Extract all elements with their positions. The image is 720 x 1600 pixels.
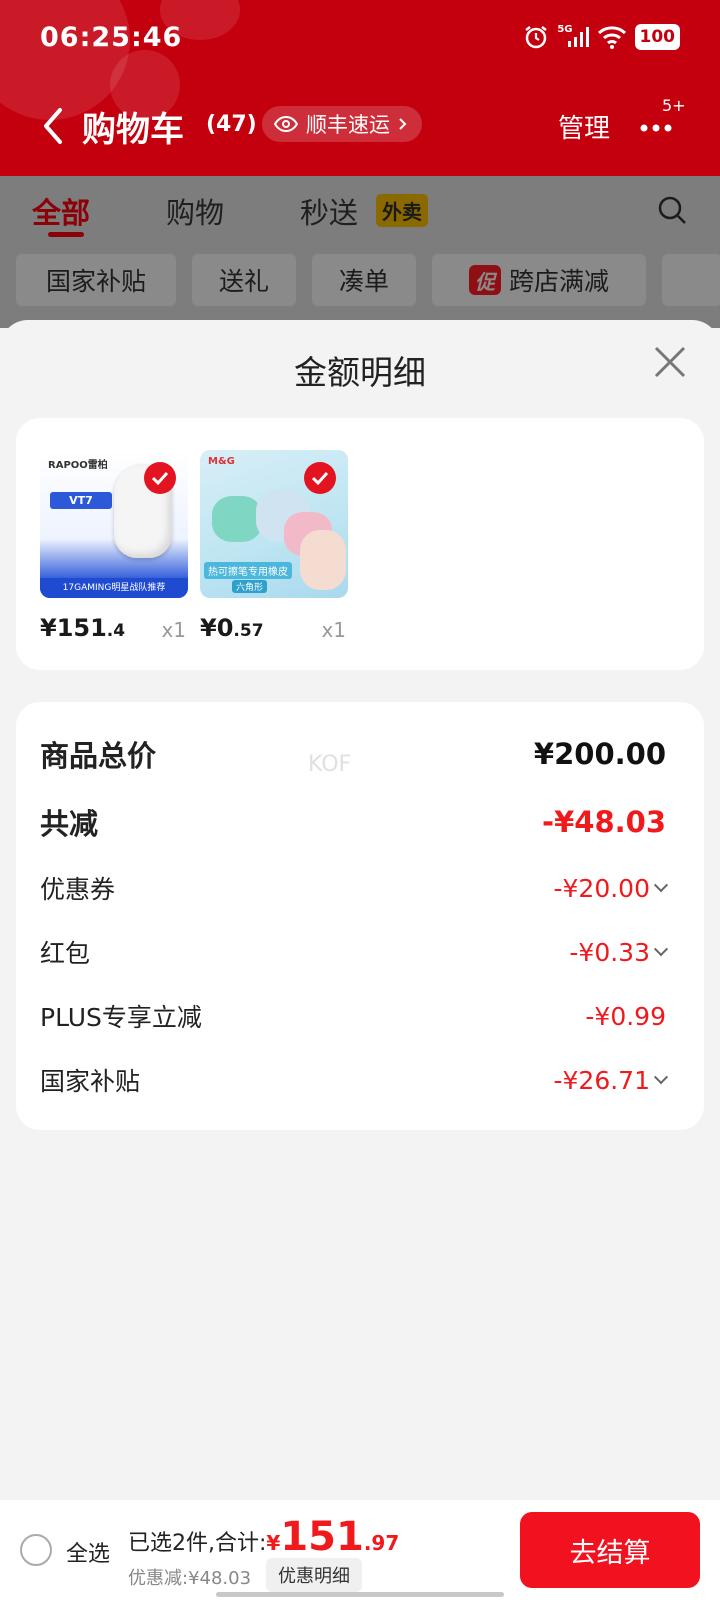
hand-shape bbox=[300, 530, 346, 590]
row-label: PLUS专享立减 bbox=[40, 1003, 202, 1032]
checkout-button[interactable]: 去结算 bbox=[520, 1512, 700, 1588]
brand-logo: M&G bbox=[208, 456, 235, 467]
chevron-down-icon bbox=[653, 1070, 669, 1085]
row-coupon[interactable]: 优惠券 -¥20.00 bbox=[40, 866, 669, 910]
product-subtag: 六角形 bbox=[232, 580, 268, 593]
tab-instant[interactable]: 秒送 bbox=[300, 190, 358, 232]
chevron-down-icon bbox=[653, 878, 669, 893]
tab-bar: 全部 购物 秒送 外卖 国家补贴 送礼 凑单 促 跨店满减 bbox=[0, 176, 720, 328]
status-time: 06:25:46 bbox=[40, 22, 183, 53]
product-item[interactable]: RAPOO雷柏 VT7 17GAMING明星战队推荐 ¥151.4 x1 bbox=[40, 450, 188, 650]
sheet-title: 金额明细 bbox=[294, 353, 426, 392]
row-value: ¥200.00 bbox=[533, 737, 666, 771]
model-label: VT7 bbox=[50, 492, 112, 509]
row-value: -¥0.99 bbox=[585, 1001, 666, 1031]
chip-label: 送礼 bbox=[218, 267, 269, 296]
row-value: -¥20.00 bbox=[553, 873, 651, 903]
discount-summary: 优惠减:¥48.03 bbox=[128, 1568, 252, 1589]
price-row: ¥0.57 x1 bbox=[200, 610, 348, 650]
total-currency: ¥ bbox=[266, 1531, 281, 1555]
search-icon[interactable] bbox=[656, 194, 688, 226]
product-image: RAPOO雷柏 VT7 17GAMING明星战队推荐 bbox=[40, 450, 188, 598]
home-indicator bbox=[216, 1592, 504, 1597]
chip-label: 凑单 bbox=[338, 267, 389, 296]
chevron-down-icon bbox=[653, 942, 669, 957]
amount-detail-sheet: 金额明细 RAPOO雷柏 VT7 17GAMING明星战队推荐 ¥151.4 x… bbox=[0, 320, 720, 1500]
product-banner: 热可擦笔专用橡皮 bbox=[204, 562, 292, 579]
chip-gift[interactable]: 送礼 bbox=[192, 254, 296, 306]
row-national-subsidy[interactable]: 国家补贴 -¥26.71 bbox=[40, 1058, 669, 1102]
tab-active-indicator bbox=[48, 232, 84, 237]
tab-all[interactable]: 全部 bbox=[32, 190, 90, 232]
back-icon[interactable] bbox=[38, 106, 68, 146]
chip-label: 国家补贴 bbox=[45, 267, 146, 296]
more-icon[interactable] bbox=[638, 112, 684, 142]
row-value: -¥48.03 bbox=[542, 805, 666, 839]
discount-detail-button[interactable]: 优惠明细 bbox=[266, 1558, 362, 1592]
takeout-badge: 外卖 bbox=[376, 194, 428, 227]
row-label: 商品总价 bbox=[40, 739, 157, 773]
alarm-icon bbox=[525, 26, 548, 49]
row-red-packet[interactable]: 红包 -¥0.33 bbox=[40, 930, 669, 974]
product-price: ¥0.57 bbox=[200, 614, 264, 642]
battery-indicator: 100 bbox=[634, 24, 680, 50]
status-bar: 06:25:46 5G 100 bbox=[0, 20, 720, 60]
product-qty: x1 bbox=[321, 618, 346, 642]
close-icon[interactable] bbox=[650, 342, 690, 382]
product-image: M&G 热可擦笔专用橡皮 六角形 bbox=[200, 450, 348, 598]
manage-button[interactable]: 管理 bbox=[558, 108, 610, 145]
shipping-pill-label: 顺丰速运 bbox=[306, 113, 390, 137]
row-label: 优惠券 bbox=[40, 875, 116, 904]
status-icons: 5G 100 bbox=[523, 24, 680, 50]
promo-icon: 促 bbox=[468, 265, 501, 295]
row-plus-discount: PLUS专享立减 -¥0.99 bbox=[40, 994, 666, 1038]
product-banner: 17GAMING明星战队推荐 bbox=[40, 578, 188, 598]
checkout-bar: 全选 已选2件,合计: ¥ 151 .97 优惠减:¥48.03 优惠明细 去结… bbox=[0, 1500, 720, 1600]
total-integer: 151 bbox=[280, 1514, 364, 1560]
selected-check-icon bbox=[304, 462, 336, 494]
cart-count: (47) bbox=[206, 112, 257, 137]
network-type: 5G bbox=[557, 23, 573, 35]
eraser-shape bbox=[212, 496, 262, 542]
chip-label: 跨店满减 bbox=[508, 267, 609, 296]
row-value-wrap: -¥26.71 bbox=[553, 1065, 669, 1095]
chip-add-on[interactable]: 凑单 bbox=[312, 254, 416, 306]
total-summary: 已选2件,合计: ¥ 151 .97 bbox=[128, 1514, 399, 1560]
row-label: 共减 bbox=[40, 807, 99, 841]
eye-icon bbox=[274, 116, 298, 132]
row-value: -¥0.33 bbox=[569, 937, 650, 967]
header: 06:25:46 5G 100 购物车 (47) 顺丰速运 管理 5+ bbox=[0, 0, 720, 176]
brand-logo: RAPOO雷柏 bbox=[48, 460, 108, 471]
chevron-right-icon bbox=[399, 118, 407, 130]
total-decimal: .97 bbox=[363, 1531, 400, 1555]
page-title: 购物车 bbox=[82, 110, 184, 150]
row-total-discount: 共减 -¥48.03 bbox=[40, 800, 666, 844]
row-value: -¥26.71 bbox=[553, 1065, 651, 1095]
amount-breakdown-card: KOF 商品总价 ¥200.00 共减 -¥48.03 优惠券 -¥20.00 … bbox=[16, 702, 704, 1130]
row-label: 国家补贴 bbox=[40, 1067, 141, 1096]
chip-partial[interactable] bbox=[662, 254, 720, 306]
top-nav: 购物车 (47) 顺丰速运 管理 5+ bbox=[0, 96, 720, 152]
select-all-radio[interactable] bbox=[20, 1534, 52, 1566]
tab-shopping[interactable]: 购物 bbox=[166, 190, 224, 232]
chip-cross-store[interactable]: 促 跨店满减 bbox=[432, 254, 646, 306]
row-label: 红包 bbox=[40, 939, 91, 968]
select-all-label[interactable]: 全选 bbox=[66, 1536, 110, 1568]
product-price: ¥151.4 bbox=[40, 614, 126, 642]
wifi-icon bbox=[597, 26, 626, 49]
more-badge: 5+ bbox=[662, 96, 686, 115]
product-card: RAPOO雷柏 VT7 17GAMING明星战队推荐 ¥151.4 x1 M&G bbox=[16, 418, 704, 670]
product-item[interactable]: M&G 热可擦笔专用橡皮 六角形 ¥0.57 x1 bbox=[200, 450, 348, 650]
shipping-filter-pill[interactable]: 顺丰速运 bbox=[262, 106, 422, 142]
chip-national-subsidy[interactable]: 国家补贴 bbox=[16, 254, 176, 306]
product-qty: x1 bbox=[161, 618, 186, 642]
selected-check-icon bbox=[144, 462, 176, 494]
row-value-wrap: -¥0.33 bbox=[569, 937, 669, 967]
row-value-wrap: -¥20.00 bbox=[553, 873, 669, 903]
price-row: ¥151.4 x1 bbox=[40, 610, 188, 650]
row-subtotal: 商品总价 ¥200.00 bbox=[40, 732, 666, 776]
summary-prefix: 已选2件,合计: bbox=[128, 1531, 267, 1556]
